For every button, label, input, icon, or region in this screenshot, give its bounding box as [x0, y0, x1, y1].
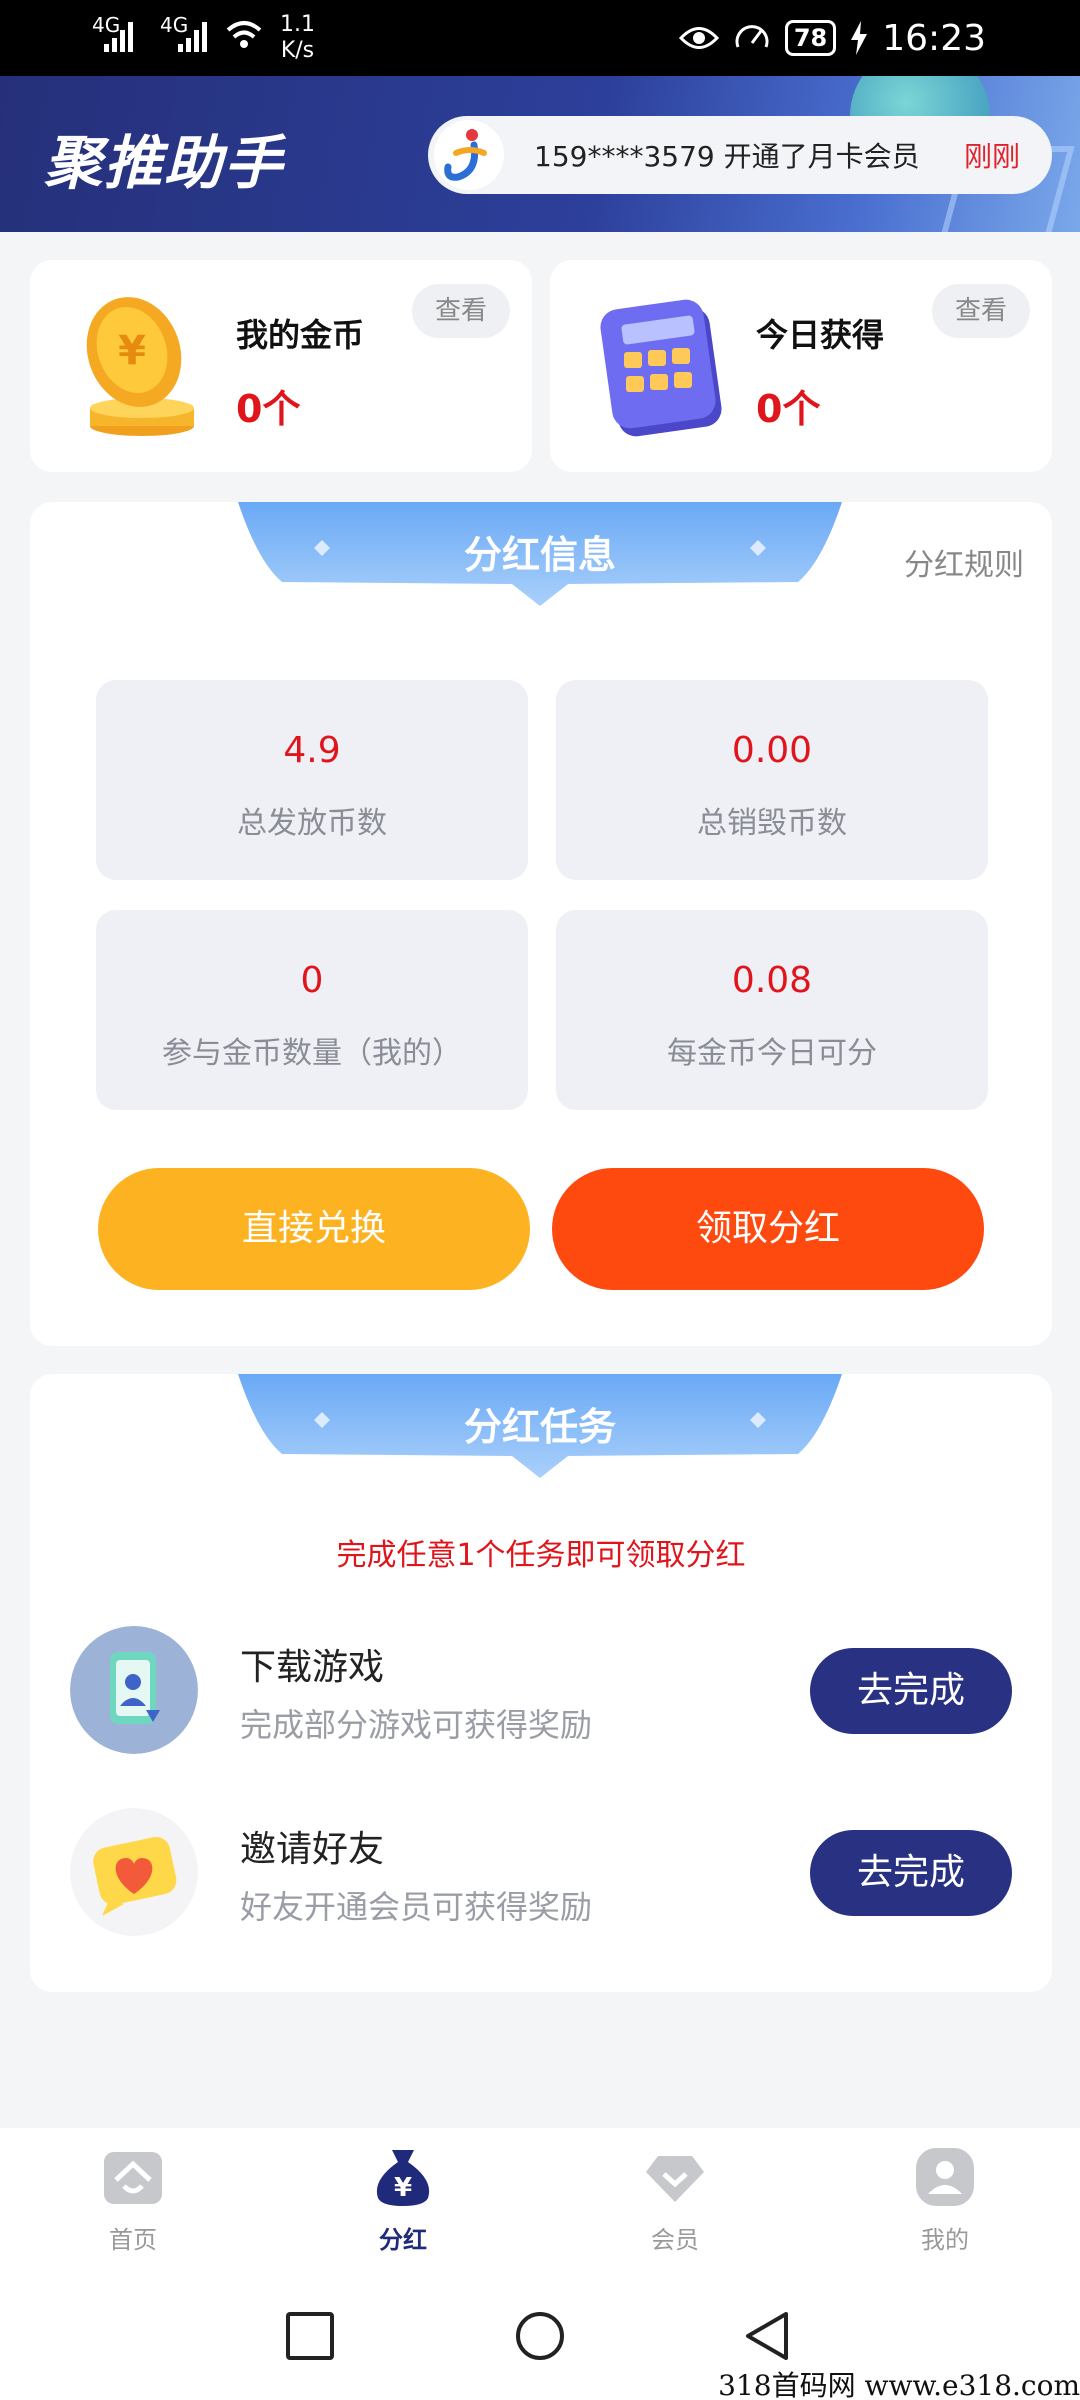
announcement-text: 159****3579 开通了月卡会员: [534, 140, 920, 173]
view-today-button[interactable]: 查看: [932, 284, 1030, 338]
gold-coins-icon: ¥: [86, 297, 194, 436]
heart-chat-icon: [70, 1808, 198, 1936]
dividend-tasks-panel: 分红任务 完成任意1个任务即可领取分红 下载游戏 完成部分游戏可获得奖励 去完成…: [30, 1374, 1052, 1992]
stat-my-coins-participating: 0 参与金币数量（我的）: [96, 910, 528, 1110]
go-complete-button[interactable]: 去完成: [810, 1648, 1012, 1734]
svg-text:¥: ¥: [118, 328, 146, 374]
dividend-info-title: 分红信息: [463, 533, 616, 577]
go-complete-button[interactable]: 去完成: [810, 1830, 1012, 1916]
home-nav-icon[interactable]: [512, 2308, 568, 2364]
status-bar: 4G 4G 1.1 K/s 78 16:23: [0, 0, 1080, 76]
tab-dividend[interactable]: ¥ 分红: [328, 2146, 478, 2255]
stat-caption: 总发放币数: [237, 806, 387, 841]
stat-value: 0.00: [731, 730, 813, 771]
diamond-icon: [646, 2156, 704, 2202]
dividend-info-panel: 分红信息 分红规则 4.9 总发放币数 0.00 总销毁币数 0 参与金币数量（…: [30, 502, 1052, 1346]
task-hint: 完成任意1个任务即可领取分红: [336, 1538, 746, 1573]
task-name: 邀请好友: [240, 1829, 385, 1870]
today-earned-label: 今日获得: [756, 316, 885, 354]
wifi-icon: [226, 21, 262, 48]
stat-value: 4.9: [283, 730, 341, 771]
announcement-time: 刚刚: [963, 140, 1020, 173]
clock: 16:23: [882, 17, 986, 59]
stat-caption: 总销毁币数: [697, 806, 847, 841]
exchange-button[interactable]: 直接兑换: [98, 1168, 530, 1290]
stat-value: 0: [300, 960, 324, 1001]
stat-value: 0.08: [731, 960, 813, 1001]
recent-apps-icon[interactable]: [282, 2308, 338, 2364]
task-row-invite-friend: 邀请好友 好友开通会员可获得奖励 去完成: [30, 1808, 1052, 1938]
speedometer-icon: [735, 25, 769, 48]
app-title: 聚推助手: [44, 129, 285, 197]
claim-dividend-button[interactable]: 领取分红: [552, 1168, 984, 1290]
tab-member[interactable]: 会员: [600, 2146, 750, 2255]
header-banner: 聚推助手 159****3579 开通了月卡会员 刚刚: [0, 76, 1080, 232]
phone-user-icon: [70, 1626, 198, 1754]
calculator-icon: [600, 299, 722, 437]
charging-icon: [851, 21, 868, 55]
signal-icon: [104, 22, 133, 52]
today-earned-card: 今日获得 0个 查看: [550, 260, 1052, 472]
tab-label: 会员: [651, 2226, 699, 2254]
task-row-download-game: 下载游戏 完成部分游戏可获得奖励 去完成: [30, 1626, 1052, 1756]
my-coins-label: 我的金币: [236, 316, 365, 354]
view-coins-button[interactable]: 查看: [412, 284, 510, 338]
task-desc: 好友开通会员可获得奖励: [240, 1888, 593, 1926]
announcement-ticker[interactable]: 159****3579 开通了月卡会员 刚刚: [428, 116, 1052, 194]
task-name: 下载游戏: [240, 1647, 385, 1688]
stat-caption: 每金币今日可分: [667, 1036, 877, 1071]
network-speed: 1.1 K/s: [280, 12, 315, 63]
tab-home[interactable]: 首页: [58, 2146, 208, 2255]
bottom-tab-bar: 首页 ¥ 分红 会员 我的: [0, 2128, 1080, 2278]
tab-profile[interactable]: 我的: [870, 2146, 1020, 2255]
tab-label: 首页: [109, 2226, 157, 2254]
tab-label: 分红: [379, 2226, 427, 2254]
today-earned-value: 0个: [756, 387, 821, 431]
back-nav-icon[interactable]: [740, 2308, 796, 2364]
my-coins-card: ¥ 我的金币 0个 查看: [30, 260, 532, 472]
battery-level: 78: [784, 20, 837, 56]
stat-total-destroyed: 0.00 总销毁币数: [556, 680, 988, 880]
stat-caption: 参与金币数量（我的）: [162, 1036, 462, 1071]
stat-total-issued: 4.9 总发放币数: [96, 680, 528, 880]
app-logo-icon: [434, 120, 504, 190]
money-bag-icon: ¥: [376, 2150, 430, 2206]
home-icon: [104, 2152, 162, 2204]
dividend-tasks-title: 分红任务: [463, 1405, 616, 1449]
dividend-rules-link[interactable]: 分红规则: [904, 540, 1024, 584]
tab-label: 我的: [921, 2226, 969, 2254]
task-desc: 完成部分游戏可获得奖励: [240, 1706, 593, 1744]
stat-per-coin-today: 0.08 每金币今日可分: [556, 910, 988, 1110]
svg-text:¥: ¥: [394, 2173, 412, 2203]
watermark: 318首码网 www.e318.com: [718, 2369, 1080, 2400]
my-coins-value: 0个: [236, 387, 301, 431]
signal-icon: [178, 22, 207, 52]
eye-icon: [678, 27, 719, 49]
profile-icon: [916, 2148, 974, 2206]
